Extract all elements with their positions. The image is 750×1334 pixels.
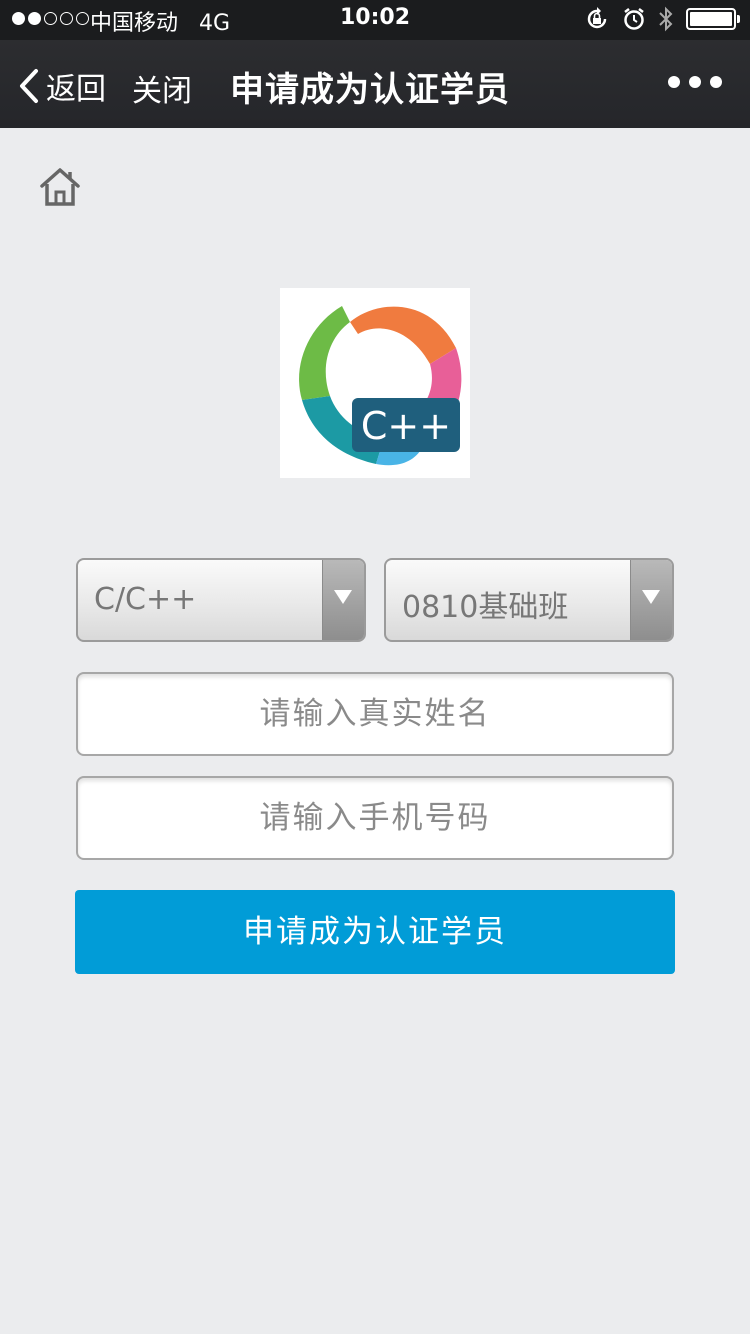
status-bar: 中国移动 4G 10:02 (0, 0, 750, 40)
status-icons (584, 6, 740, 32)
phone-input[interactable] (78, 778, 672, 858)
battery-level (690, 12, 732, 26)
chevron-left-icon (20, 69, 38, 103)
more-dot (689, 76, 701, 88)
course-select[interactable]: C/C++ (76, 558, 366, 642)
logo-text: C++ (361, 404, 451, 448)
cpp-logo-icon: C++ (299, 306, 462, 466)
phone-field-wrapper (76, 776, 674, 860)
more-dot (710, 76, 722, 88)
rotation-lock-icon (587, 7, 607, 29)
more-options-button[interactable] (668, 76, 722, 88)
class-select[interactable]: 0810基础班 (384, 558, 674, 642)
home-icon[interactable] (38, 166, 82, 208)
class-select-value: 0810基础班 (402, 590, 569, 625)
page-title: 申请成为认证学员 (230, 70, 510, 110)
dropdown-arrow-icon (642, 590, 660, 604)
bluetooth-icon (659, 6, 673, 32)
battery-icon (686, 8, 740, 30)
name-input[interactable] (78, 674, 672, 754)
class-select-arrow[interactable] (630, 560, 672, 640)
close-button[interactable]: 关闭 (132, 66, 192, 110)
name-field-wrapper (76, 672, 674, 756)
back-button[interactable]: 返回 (18, 64, 106, 108)
alarm-icon (624, 8, 644, 30)
dropdown-arrow-icon (334, 590, 352, 604)
course-select-value: C/C++ (94, 582, 197, 617)
submit-button[interactable]: 申请成为认证学员 (75, 890, 675, 974)
course-logo: C++ (280, 288, 470, 478)
selector-row: C/C++ 0810基础班 (76, 558, 674, 642)
course-select-arrow[interactable] (322, 560, 364, 640)
more-dot (668, 76, 680, 88)
navigation-bar: 返回 关闭 申请成为认证学员 (0, 40, 750, 128)
back-label: 返回 (46, 72, 106, 107)
